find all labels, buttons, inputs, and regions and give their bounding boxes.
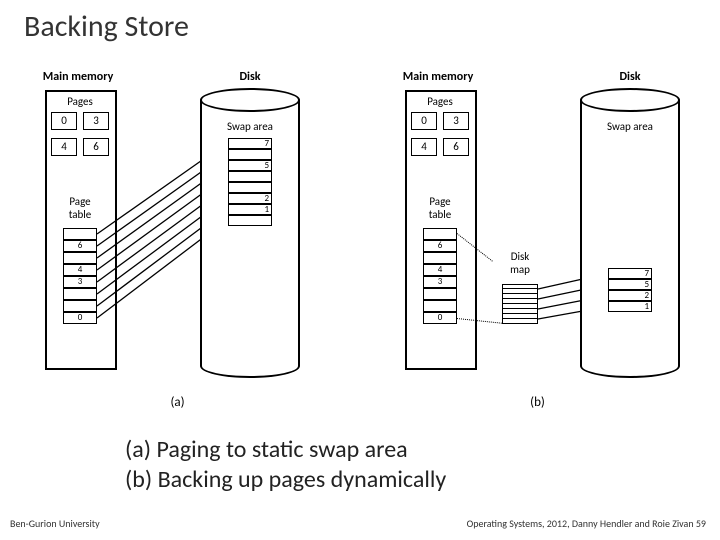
swap-row <box>228 171 272 182</box>
swap-row <box>228 182 272 193</box>
swap-row: 1 <box>608 301 652 312</box>
swap-area-label: Swap area <box>590 120 670 133</box>
caption-a: (a) Paging to static swap area <box>125 435 446 465</box>
panel-a: Main memory Pages 0 3 4 6 Page table 6 4… <box>10 70 345 410</box>
swap-row: 5 <box>228 160 272 171</box>
figure-label-b: (b) <box>530 395 545 410</box>
page-number: 59 <box>696 517 706 530</box>
swap-row: 7 <box>228 138 272 149</box>
swap-row <box>228 215 272 226</box>
swap-row <box>228 149 272 160</box>
swap-row: 7 <box>608 268 652 279</box>
caption: (a) Paging to static swap area (b) Backi… <box>125 435 446 495</box>
swap-area-label: Swap area <box>210 120 290 133</box>
footer-course: Operating Systems, 2012, Danny Hendler a… <box>467 517 694 530</box>
figure-label-a: (a) <box>170 395 184 410</box>
swap-row: 1 <box>228 204 272 215</box>
diagram-area: Main memory Pages 0 3 4 6 Page table 6 4… <box>10 70 710 420</box>
footer-left: Ben-Gurion University <box>10 517 100 530</box>
swap-row: 5 <box>608 279 652 290</box>
swap-row: 2 <box>608 290 652 301</box>
disk-cylinder: Swap area 7 5 2 1 <box>200 88 300 378</box>
caption-b: (b) Backing up pages dynamically <box>125 465 446 495</box>
slide-title: Backing Store <box>24 8 189 45</box>
panel-b: Main memory Pages 0 3 4 6 Page table 6 4… <box>370 70 705 410</box>
disk-cylinder: Swap area 7 5 2 1 <box>580 88 680 378</box>
footer-right: Operating Systems, 2012, Danny Hendler a… <box>467 517 706 530</box>
swap-row: 2 <box>228 193 272 204</box>
